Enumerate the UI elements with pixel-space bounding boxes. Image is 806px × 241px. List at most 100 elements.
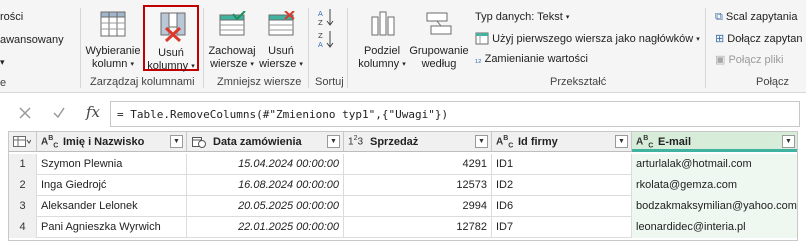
group-by-icon (426, 12, 452, 35)
table-row: 3 Aleksander Lelonek 20.05.2025 00:00:00… (9, 196, 797, 217)
remove-rows-button[interactable]: Usuń wiersze ▾ (258, 4, 304, 72)
text-type-icon[interactable]: ABC (41, 135, 58, 149)
table-menu-button[interactable] (9, 132, 37, 152)
data-type-dropdown[interactable]: Typ danych: Tekst ▾ (475, 11, 569, 27)
filter-dropdown-icon[interactable]: ▼ (327, 135, 340, 148)
column-header-label: E-mail (658, 136, 692, 148)
fx-icon[interactable]: fx (86, 103, 100, 121)
filter-dropdown-icon[interactable]: ▼ (782, 135, 795, 148)
column-header-label: Data zamówienia (213, 136, 302, 148)
sort-descending-icon: Z A (318, 31, 334, 49)
cell-name[interactable]: Szymon Plewnia (37, 154, 187, 175)
cell-sales[interactable]: 4291 (344, 154, 492, 175)
keep-rows-label-2: wiersze ▾ (210, 58, 254, 70)
choose-columns-button[interactable]: Wybieranie kolumn ▾ (84, 4, 142, 72)
sort-group-label: Sortuj (315, 76, 344, 88)
group-by-label-2: według (421, 58, 457, 70)
sort-descending-button[interactable]: Z A (318, 30, 336, 49)
cell-name[interactable]: Aleksander Lelonek (37, 196, 187, 217)
remove-columns-label-1: Usuń (158, 47, 184, 59)
combine-group-label: Połącz (756, 76, 790, 88)
cancel-icon[interactable] (18, 106, 32, 120)
cell-order-date[interactable]: 20.05.2025 00:00:00 (187, 196, 344, 217)
cut-group-label: e (0, 77, 7, 89)
merge-queries-button[interactable]: ⧉ Scal zapytania (715, 11, 797, 27)
ribbon: rości awansowany ▾ e Wybieranie kolumn ▾… (0, 0, 806, 93)
combine-files-icon: ▣ (715, 54, 726, 66)
group-separator (347, 8, 348, 88)
keep-rows-button[interactable]: Zachowaj wiersze ▾ (207, 4, 257, 72)
svg-text:A: A (318, 41, 323, 48)
group-by-button[interactable]: Grupowanie według (409, 4, 469, 72)
cell-email[interactable]: bodzakmaksymilian@yahoo.com (632, 196, 797, 217)
datetime-type-icon[interactable] (192, 136, 206, 148)
remove-rows-label-1: Usuń (268, 45, 294, 57)
remove-rows-label-2: wiersze ▾ (259, 58, 303, 70)
cut-ribbon-label-2[interactable]: awansowany (0, 34, 64, 47)
row-number[interactable]: 4 (9, 217, 37, 238)
number-type-icon[interactable]: 123 (348, 135, 363, 147)
filter-dropdown-icon[interactable]: ▼ (615, 135, 628, 148)
cell-company-id[interactable]: ID2 (492, 175, 632, 196)
split-column-label-1: Podziel (363, 45, 401, 57)
keep-rows-label-1: Zachowaj (208, 45, 256, 57)
cell-order-date[interactable]: 22.01.2025 00:00:00 (187, 217, 344, 238)
cell-email[interactable]: leonardidec@interia.pl (632, 217, 797, 238)
sort-ascending-icon: A Z (318, 9, 334, 27)
sort-ascending-button[interactable]: A Z (318, 8, 336, 27)
combine-files-button[interactable]: ▣ Połącz pliki (715, 53, 784, 69)
merge-queries-label: Scal zapytania (725, 11, 798, 23)
cut-ribbon-dropdown[interactable]: ▾ (0, 56, 5, 69)
row-number[interactable]: 3 (9, 196, 37, 217)
formula-text: = Table.RemoveColumns(#"Zmieniono typ1",… (117, 108, 449, 121)
replace-values-button[interactable]: ₁₂ Zamienianie wartości (475, 53, 588, 69)
merge-queries-icon: ⧉ (715, 11, 723, 23)
cell-company-id[interactable]: ID7 (492, 217, 632, 238)
append-queries-button[interactable]: ⊞ Dołącz zapytan (715, 32, 803, 48)
cell-name[interactable]: Inga Giedrojć (37, 175, 187, 196)
append-queries-icon: ⊞ (715, 33, 725, 45)
choose-columns-label-1: Wybieranie (85, 45, 141, 57)
cell-company-id[interactable]: ID6 (492, 196, 632, 217)
chevron-down-icon: ▾ (565, 14, 570, 21)
keep-rows-icon (219, 11, 246, 36)
cell-sales[interactable]: 12573 (344, 175, 492, 196)
cell-order-date[interactable]: 16.08.2024 00:00:00 (187, 175, 344, 196)
cut-ribbon-label-1[interactable]: rości (0, 11, 23, 24)
column-header-sales[interactable]: 123 Sprzedaż ▼ (344, 132, 492, 152)
row-number[interactable]: 2 (9, 175, 37, 196)
remove-columns-label-2: kolumny ▾ (147, 60, 195, 72)
cell-order-date[interactable]: 15.04.2024 00:00:00 (187, 154, 344, 175)
text-type-icon[interactable]: ABC (496, 135, 513, 149)
column-header-company-id[interactable]: ABC Id firmy ▼ (492, 132, 632, 152)
data-grid: ABC Imię i Nazwisko ▼ Data zamówienia ▼ … (8, 131, 798, 241)
cell-sales[interactable]: 12782 (344, 217, 492, 238)
column-header-email[interactable]: ABC E-mail ▼ (632, 132, 797, 152)
cell-email[interactable]: arturlalak@hotmail.com (632, 154, 797, 175)
table-row: 2 Inga Giedrojć 16.08.2024 00:00:00 1257… (9, 175, 797, 196)
row-number[interactable]: 1 (9, 154, 37, 175)
combine-files-label: Połącz pliki (728, 54, 784, 66)
cell-email[interactable]: rkolata@gemza.com (632, 175, 797, 196)
confirm-icon[interactable] (52, 106, 66, 120)
column-header-order-date[interactable]: Data zamówienia ▼ (187, 132, 344, 152)
use-first-row-headers-button[interactable]: Użyj pierwszego wiersza jako nagłówków ▾ (475, 32, 700, 48)
group-by-label-1: Grupowanie (409, 45, 469, 57)
remove-columns-button[interactable]: Usuń kolumny ▾ (143, 5, 199, 72)
formula-input[interactable]: = Table.RemoveColumns(#"Zmieniono typ1",… (110, 101, 800, 127)
text-type-icon[interactable]: ABC (636, 135, 653, 149)
replace-values-label: Zamienianie wartości (484, 53, 588, 65)
split-column-icon (371, 11, 395, 36)
filter-dropdown-icon[interactable]: ▼ (475, 135, 488, 148)
cell-company-id[interactable]: ID1 (492, 154, 632, 175)
column-header-name[interactable]: ABC Imię i Nazwisko ▼ (37, 132, 187, 152)
manage-columns-group-label: Zarządzaj kolumnami (90, 76, 195, 88)
group-separator (80, 8, 81, 88)
column-header-label: Id firmy (518, 136, 558, 148)
group-separator (705, 8, 706, 88)
cell-name[interactable]: Pani Agnieszka Wyrwich (37, 217, 187, 238)
split-column-label-2: kolumny ▾ (358, 58, 406, 70)
filter-dropdown-icon[interactable]: ▼ (170, 135, 183, 148)
cell-sales[interactable]: 2994 (344, 196, 492, 217)
split-column-button[interactable]: Podziel kolumny ▾ (357, 4, 407, 72)
